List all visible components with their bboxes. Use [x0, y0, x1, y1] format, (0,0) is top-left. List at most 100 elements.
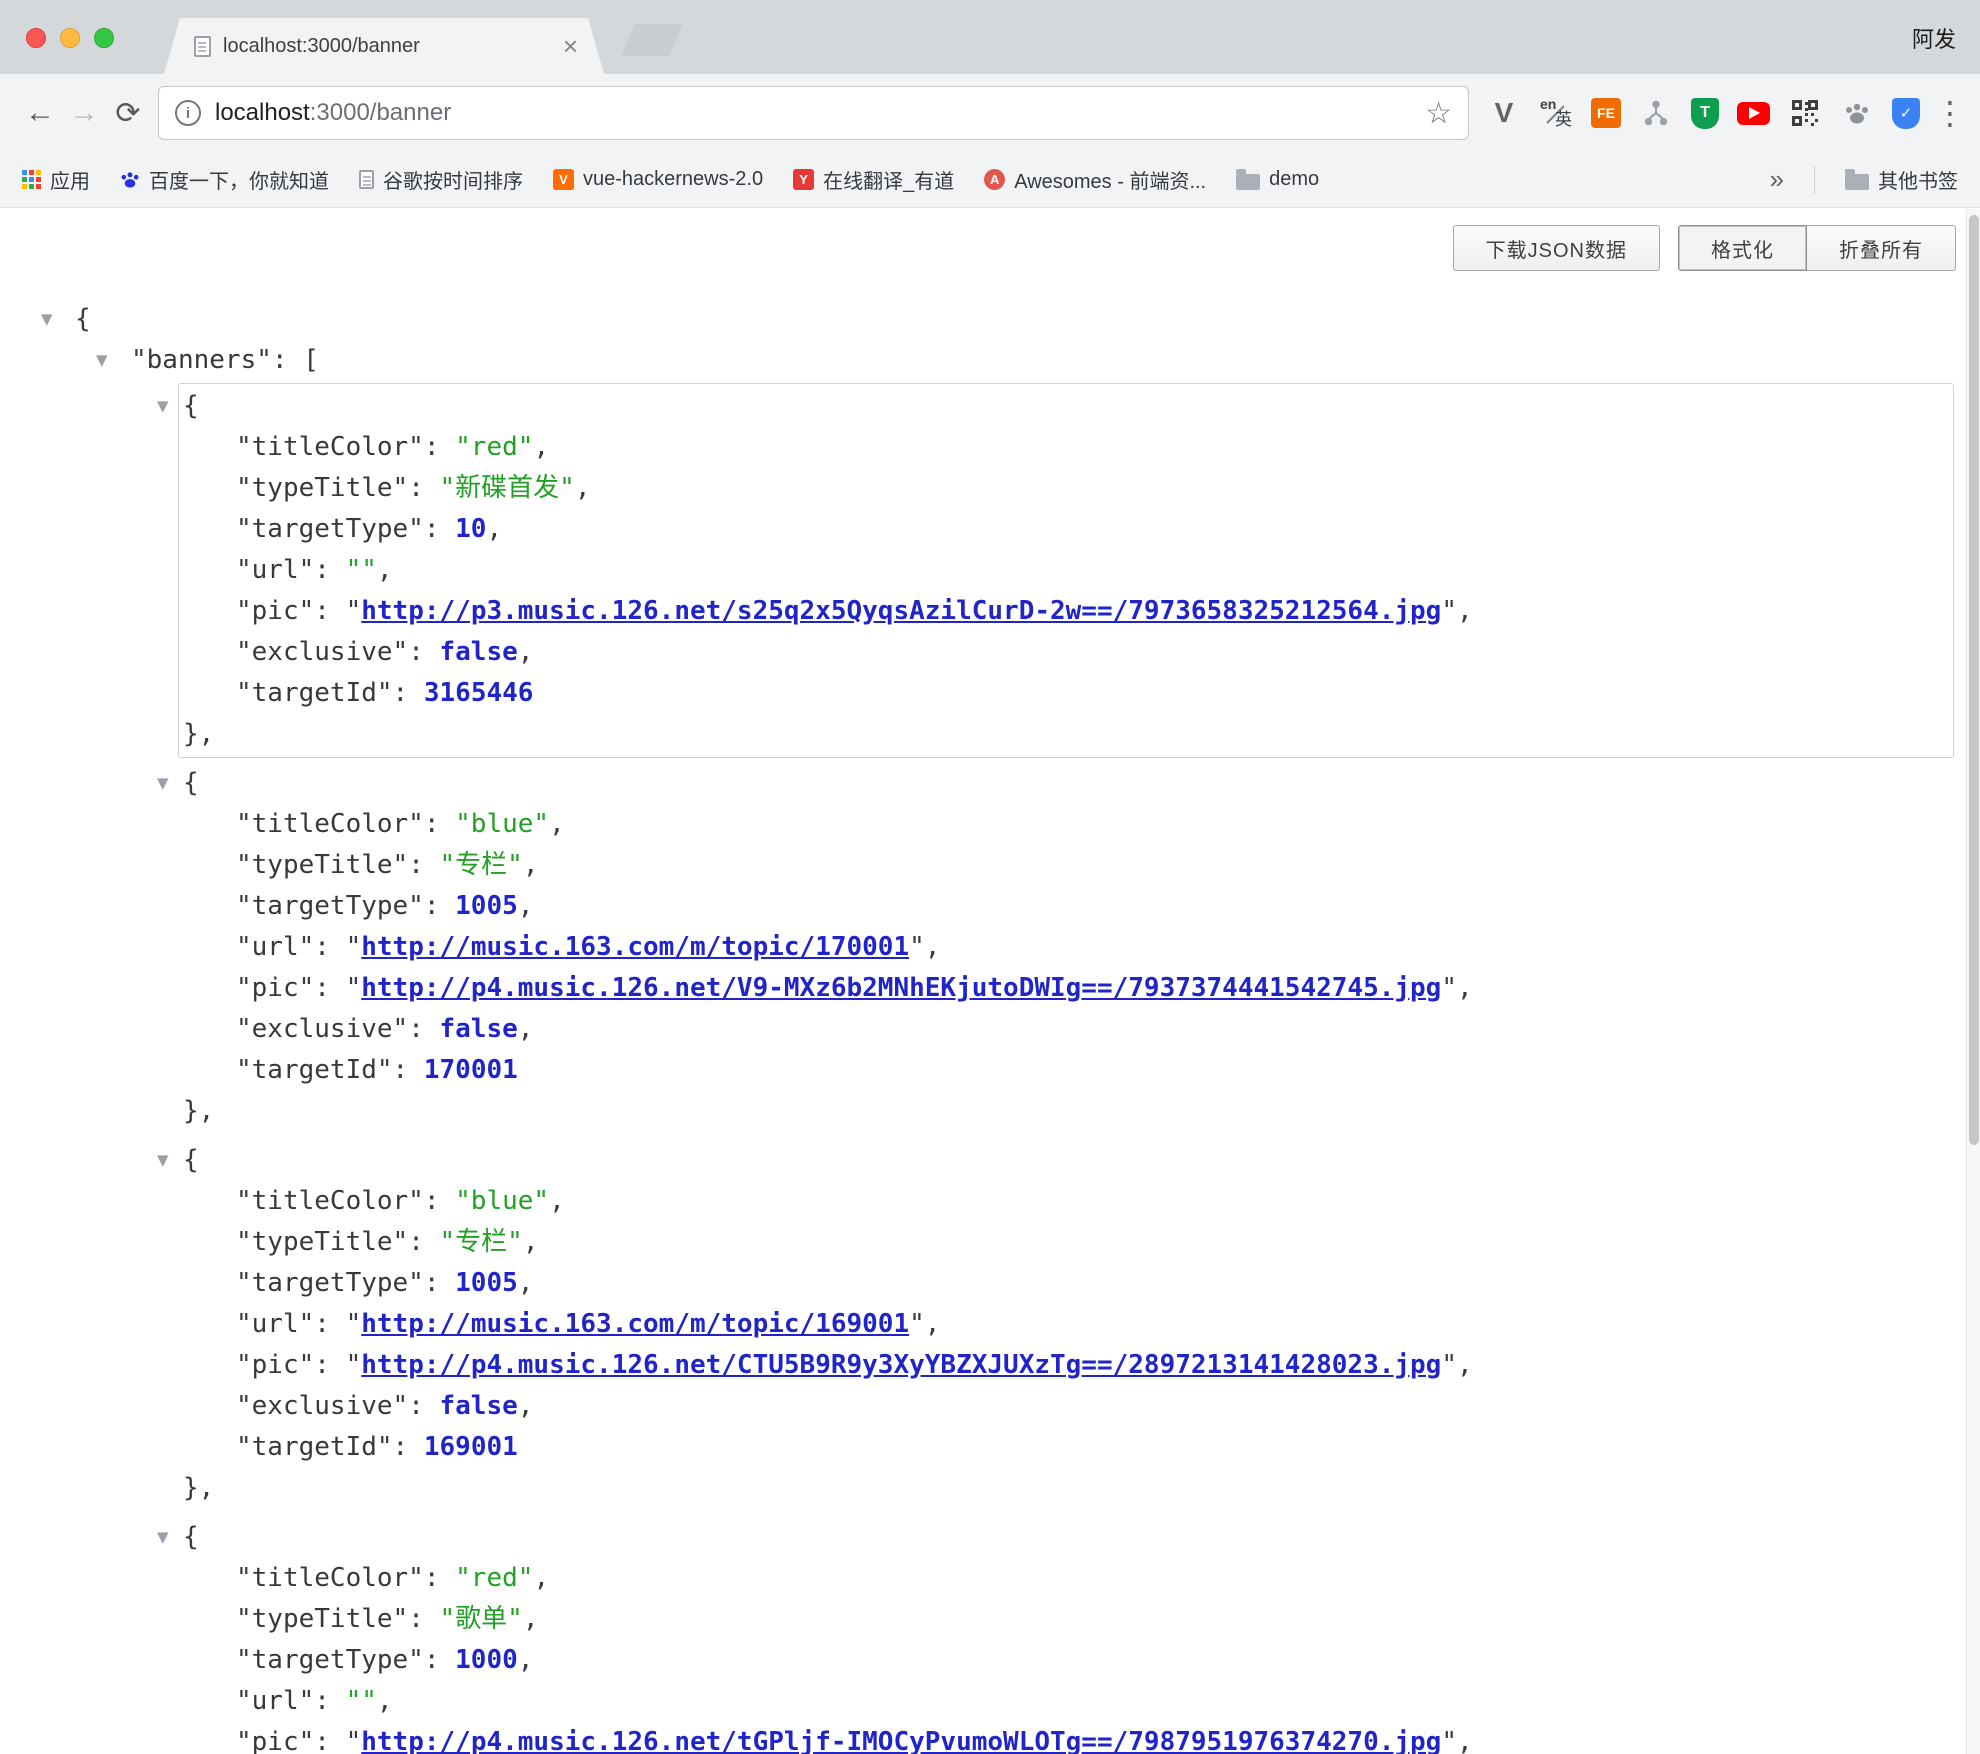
back-button[interactable]: ← — [18, 91, 62, 135]
minimize-window-button[interactable] — [60, 28, 80, 48]
json-colon: : — [424, 432, 455, 462]
other-bookmarks-folder[interactable]: 其他书签 — [1845, 165, 1958, 194]
vertical-scrollbar[interactable] — [1966, 209, 1980, 1754]
awesomes-icon: A — [984, 169, 1005, 190]
vue-devtools-icon[interactable]: V — [1487, 96, 1521, 130]
browser-menu-icon[interactable]: ⋮ — [1934, 97, 1966, 129]
json-line: }, — [183, 714, 1953, 755]
shield-check-icon[interactable]: ✓ — [1892, 98, 1920, 129]
scrollbar-thumb[interactable] — [1969, 215, 1979, 1145]
json-line: }, — [183, 1468, 1953, 1509]
json-colon: : — [408, 1014, 439, 1044]
json-line: "pic": "http://p4.music.126.net/tGPljf-I… — [183, 1722, 1953, 1754]
bookmark-youdao-translate[interactable]: Y 在线翻译_有道 — [793, 165, 954, 194]
bookmarks-divider — [1814, 166, 1815, 194]
close-window-button[interactable] — [26, 28, 46, 48]
json-link-value[interactable]: http://p4.music.126.net/CTU5B9R9y3XyYBZX… — [361, 1350, 1441, 1380]
json-line: "targetType": 1005, — [183, 886, 1953, 927]
json-line: "exclusive": false, — [183, 1386, 1953, 1427]
url-text[interactable]: localhost:3000/banner — [215, 99, 1425, 127]
json-string-value: "blue" — [455, 1186, 549, 1216]
zoom-window-button[interactable] — [94, 28, 114, 48]
json-line: "titleColor": "red", — [183, 427, 1953, 468]
bookmark-awesomes[interactable]: A Awesomes - 前端资... — [984, 165, 1206, 194]
json-comma: , — [518, 1391, 534, 1421]
json-colon: : — [314, 973, 345, 1003]
json-quote: ", — [1441, 596, 1472, 626]
bookmark-vue-hackernews[interactable]: V vue-hackernews-2.0 — [553, 168, 763, 191]
json-colon: : — [424, 809, 455, 839]
json-literal-value: 169001 — [424, 1432, 518, 1462]
bookmark-google-sort[interactable]: 谷歌按时间排序 — [359, 165, 523, 194]
json-key: "titleColor" — [236, 432, 424, 462]
json-colon: : — [393, 1055, 424, 1085]
collapse-all-button[interactable]: 折叠所有 — [1807, 225, 1956, 271]
json-colon: : — [314, 596, 345, 626]
json-comma: , — [518, 891, 534, 921]
url-bar[interactable]: i localhost:3000/banner ☆ — [158, 86, 1469, 140]
reload-button[interactable]: ⟳ — [106, 91, 150, 135]
json-colon: : — [424, 1563, 455, 1593]
active-tab[interactable]: localhost:3000/banner × — [164, 18, 604, 74]
qrcode-svg — [1792, 100, 1818, 126]
youtube-icon[interactable] — [1737, 102, 1770, 125]
json-open-brace: { — [183, 391, 199, 421]
fe-extension-icon[interactable]: FE — [1591, 98, 1621, 128]
json-colon: : — [408, 473, 439, 503]
json-key: "typeTitle" — [236, 1227, 408, 1257]
collapse-toggle-icon[interactable]: ▼ — [96, 340, 108, 381]
tab-close-icon[interactable]: × — [563, 33, 578, 59]
collapse-toggle-icon[interactable]: ▼ — [157, 1517, 169, 1558]
json-link-value[interactable]: http://p3.music.126.net/s25q2x5QyqsAzilC… — [361, 596, 1441, 626]
bookmark-star-icon[interactable]: ☆ — [1425, 96, 1452, 131]
download-json-button[interactable]: 下载JSON数据 — [1453, 225, 1660, 271]
json-literal-value: 1005 — [455, 891, 518, 921]
json-array-item: ▼{"titleColor": "red","typeTitle": "歌单",… — [178, 1514, 1954, 1754]
json-link-value[interactable]: http://music.163.com/m/topic/170001 — [361, 932, 909, 962]
json-line: "pic": "http://p3.music.126.net/s25q2x5Q… — [183, 591, 1953, 632]
json-comma: , — [533, 432, 549, 462]
qrcode-icon[interactable] — [1788, 96, 1822, 130]
json-key: "exclusive" — [236, 1014, 408, 1044]
json-quote: " — [346, 973, 362, 1003]
json-link-value[interactable]: http://p4.music.126.net/tGPljf-IMOCyPvum… — [361, 1727, 1441, 1754]
json-close-brace: }, — [183, 1473, 214, 1503]
toolbar: ← → ⟳ i localhost:3000/banner ☆ V en英 FE… — [0, 74, 1980, 152]
translate-icon[interactable]: en英 — [1539, 96, 1573, 130]
profile-name[interactable]: 阿发 — [1912, 22, 1956, 54]
json-link-value[interactable]: http://p4.music.126.net/V9-MXz6b2MNhEKju… — [361, 973, 1441, 1003]
json-line: "pic": "http://p4.music.126.net/V9-MXz6b… — [183, 968, 1953, 1009]
youdao-icon: Y — [793, 169, 814, 190]
json-array-item: ▼{"titleColor": "blue","typeTitle": "专栏"… — [178, 1137, 1954, 1512]
collapse-toggle-icon[interactable]: ▼ — [157, 386, 169, 427]
collapse-toggle-icon[interactable]: ▼ — [41, 299, 53, 340]
paw-icon[interactable] — [1840, 96, 1874, 130]
page-info-icon[interactable]: i — [175, 100, 201, 126]
bookmark-apps[interactable]: 应用 — [22, 165, 90, 194]
org-network-icon[interactable] — [1639, 96, 1673, 130]
new-tab-button[interactable] — [622, 24, 682, 56]
json-colon: : — [408, 1227, 439, 1257]
json-comma: , — [518, 1645, 534, 1675]
bookmark-demo-folder[interactable]: demo — [1236, 168, 1319, 191]
json-quote: ", — [909, 932, 940, 962]
bookmark-baidu[interactable]: 百度一下，你就知道 — [120, 165, 329, 194]
json-key: "titleColor" — [236, 809, 424, 839]
json-key: "targetType" — [236, 891, 424, 921]
json-string-value: "新碟首发" — [440, 473, 575, 503]
json-colon: : — [424, 514, 455, 544]
apps-grid-icon — [22, 170, 41, 189]
collapse-toggle-icon[interactable]: ▼ — [157, 1140, 169, 1181]
bookmarks-overflow-chevron[interactable]: » — [1770, 164, 1784, 195]
json-key: "targetId" — [236, 1432, 393, 1462]
json-open-brace: { — [75, 304, 91, 334]
json-link-value[interactable]: http://music.163.com/m/topic/169001 — [361, 1309, 909, 1339]
collapse-toggle-icon[interactable]: ▼ — [157, 763, 169, 804]
forward-button[interactable]: → — [62, 91, 106, 135]
json-literal-value: 1005 — [455, 1268, 518, 1298]
guard-shield-icon[interactable]: T — [1691, 98, 1719, 129]
json-quote: " — [346, 1727, 362, 1754]
format-button[interactable]: 格式化 — [1678, 225, 1807, 271]
json-key: "url" — [236, 1309, 314, 1339]
json-quote: " — [346, 596, 362, 626]
